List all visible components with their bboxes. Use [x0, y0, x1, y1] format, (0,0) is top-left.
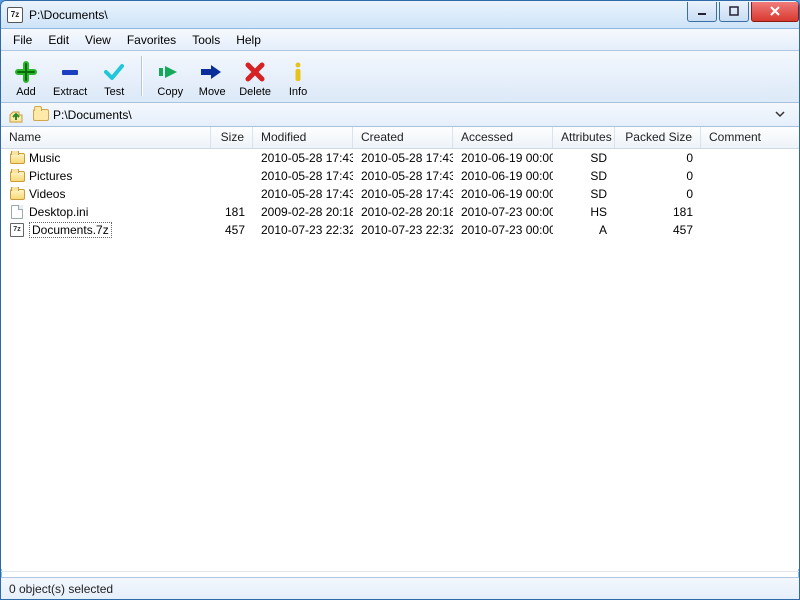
- cell-accessed: 2010-07-23 00:00: [453, 223, 553, 237]
- folder-icon: [10, 189, 25, 200]
- plus-icon: [12, 58, 40, 86]
- window-controls: [685, 2, 799, 22]
- col-packed[interactable]: Packed Size: [615, 127, 701, 148]
- add-button[interactable]: Add: [7, 56, 45, 100]
- cell-size: 457: [211, 223, 253, 237]
- minus-icon: [56, 58, 84, 86]
- cell-modified: 2010-05-28 17:43: [253, 151, 353, 165]
- copy-arrow-icon: [156, 58, 184, 86]
- address-bar: P:\Documents\: [1, 103, 799, 127]
- menu-file[interactable]: File: [5, 31, 40, 49]
- cell-packed: 0: [615, 187, 701, 201]
- folder-icon: [10, 153, 25, 164]
- check-icon: [100, 58, 128, 86]
- cell-modified: 2010-07-23 22:32: [253, 223, 353, 237]
- file-name: Videos: [29, 187, 65, 201]
- cell-size: 181: [211, 205, 253, 219]
- cell-accessed: 2010-06-19 00:00: [453, 187, 553, 201]
- copy-button[interactable]: Copy: [151, 56, 189, 100]
- cell-attr: SD: [553, 151, 615, 165]
- app-icon: 7z: [7, 7, 23, 23]
- file-list[interactable]: Music2010-05-28 17:432010-05-28 17:43201…: [1, 149, 799, 569]
- cell-modified: 2009-02-28 20:18: [253, 205, 353, 219]
- toolbar-separator: [141, 56, 143, 96]
- menu-help[interactable]: Help: [228, 31, 269, 49]
- titlebar[interactable]: 7z P:\Documents\: [1, 1, 799, 29]
- delete-x-icon: [241, 58, 269, 86]
- file-icon: [11, 205, 23, 219]
- cell-packed: 0: [615, 169, 701, 183]
- column-headers: Name Size Modified Created Accessed Attr…: [1, 127, 799, 149]
- cell-attr: SD: [553, 169, 615, 183]
- file-name: Desktop.ini: [29, 205, 88, 219]
- col-size[interactable]: Size: [211, 127, 253, 148]
- dropdown-chevron-icon[interactable]: [769, 108, 791, 122]
- file-row[interactable]: 7zDocuments.7z4572010-07-23 22:322010-07…: [1, 221, 799, 239]
- move-button[interactable]: Move: [193, 56, 231, 100]
- cell-attr: SD: [553, 187, 615, 201]
- cell-created: 2010-05-28 17:43: [353, 187, 453, 201]
- file-row[interactable]: Music2010-05-28 17:432010-05-28 17:43201…: [1, 149, 799, 167]
- file-row[interactable]: Desktop.ini1812009-02-28 20:182010-02-28…: [1, 203, 799, 221]
- menu-view[interactable]: View: [77, 31, 119, 49]
- col-created[interactable]: Created: [353, 127, 453, 148]
- info-button[interactable]: Info: [279, 56, 317, 100]
- col-modified[interactable]: Modified: [253, 127, 353, 148]
- window-title: P:\Documents\: [29, 8, 685, 22]
- folder-icon: [10, 171, 25, 182]
- extract-button[interactable]: Extract: [49, 56, 91, 100]
- path-input[interactable]: P:\Documents\: [31, 105, 793, 125]
- close-button[interactable]: [751, 2, 799, 22]
- col-name[interactable]: Name: [1, 127, 211, 148]
- file-name: Pictures: [29, 169, 72, 183]
- move-arrow-icon: [198, 58, 226, 86]
- cell-created: 2010-05-28 17:43: [353, 169, 453, 183]
- archive-icon: 7z: [10, 223, 24, 237]
- maximize-button[interactable]: [719, 2, 749, 22]
- cell-packed: 457: [615, 223, 701, 237]
- menu-favorites[interactable]: Favorites: [119, 31, 184, 49]
- cell-accessed: 2010-07-23 00:00: [453, 205, 553, 219]
- col-comment[interactable]: Comment: [701, 127, 799, 148]
- cell-packed: 0: [615, 151, 701, 165]
- path-text: P:\Documents\: [53, 108, 132, 122]
- toolbar: Add Extract Test Copy Move Delete Info: [1, 51, 799, 103]
- menu-edit[interactable]: Edit: [40, 31, 77, 49]
- up-folder-button[interactable]: [7, 106, 25, 124]
- status-bar: 0 object(s) selected: [1, 577, 799, 599]
- cell-created: 2010-07-23 22:32: [353, 223, 453, 237]
- cell-accessed: 2010-06-19 00:00: [453, 169, 553, 183]
- minimize-button[interactable]: [687, 2, 717, 22]
- folder-icon: [33, 109, 49, 121]
- cell-created: 2010-02-28 20:18: [353, 205, 453, 219]
- delete-button[interactable]: Delete: [235, 56, 275, 100]
- app-window: 7z P:\Documents\ File Edit View Favorite…: [0, 0, 800, 600]
- cell-attr: HS: [553, 205, 615, 219]
- col-attributes[interactable]: Attributes: [553, 127, 615, 148]
- col-accessed[interactable]: Accessed: [453, 127, 553, 148]
- cell-packed: 181: [615, 205, 701, 219]
- cell-attr: A: [553, 223, 615, 237]
- cell-modified: 2010-05-28 17:43: [253, 187, 353, 201]
- cell-created: 2010-05-28 17:43: [353, 151, 453, 165]
- file-name: Documents.7z: [29, 222, 112, 238]
- menubar: File Edit View Favorites Tools Help: [1, 29, 799, 51]
- file-row[interactable]: Videos2010-05-28 17:432010-05-28 17:4320…: [1, 185, 799, 203]
- cell-accessed: 2010-06-19 00:00: [453, 151, 553, 165]
- status-text: 0 object(s) selected: [9, 582, 113, 596]
- cell-modified: 2010-05-28 17:43: [253, 169, 353, 183]
- file-name: Music: [29, 151, 60, 165]
- info-icon: [284, 58, 312, 86]
- file-row[interactable]: Pictures 2010-05-28 17:432010-05-28 17:43…: [1, 167, 799, 185]
- test-button[interactable]: Test: [95, 56, 133, 100]
- menu-tools[interactable]: Tools: [184, 31, 228, 49]
